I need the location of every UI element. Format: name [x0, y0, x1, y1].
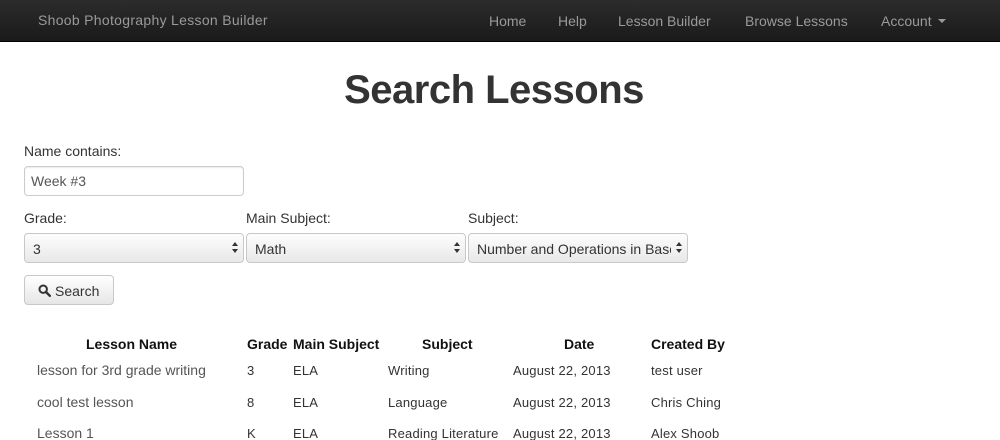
brand-link[interactable]: Shoob Photography Lesson Builder	[38, 12, 268, 28]
cell-created-by: Alex Shoob	[651, 426, 720, 440]
subject-value: Number and Operations in Base Ten	[477, 241, 688, 257]
header-subject[interactable]: Subject	[422, 336, 473, 352]
header-lesson-name[interactable]: Lesson Name	[86, 336, 177, 352]
cell-main-subject: ELA	[293, 426, 319, 440]
cell-grade: 8	[247, 395, 255, 410]
nav-lesson-builder[interactable]: Lesson Builder	[618, 13, 711, 29]
nav-account-label: Account	[881, 13, 932, 29]
name-label: Name contains:	[24, 143, 122, 159]
cell-date: August 22, 2013	[513, 363, 611, 378]
select-arrows-icon	[227, 234, 243, 262]
grade-value: 3	[33, 241, 41, 257]
header-main-subject[interactable]: Main Subject	[293, 336, 379, 352]
nav-home[interactable]: Home	[489, 13, 526, 29]
select-arrows-icon	[671, 234, 687, 262]
grade-select[interactable]: 3	[24, 233, 244, 263]
main-subject-label: Main Subject:	[246, 210, 331, 226]
cell-subject: Writing	[388, 363, 430, 378]
nav-help[interactable]: Help	[558, 13, 587, 29]
grade-label: Grade:	[24, 210, 67, 226]
header-grade[interactable]: Grade	[247, 336, 287, 352]
nav-account[interactable]: Account	[881, 13, 946, 29]
subject-select[interactable]: Number and Operations in Base Ten	[468, 233, 688, 263]
cell-subject: Reading Literature	[388, 426, 499, 440]
name-input[interactable]	[24, 166, 244, 196]
cell-main-subject: ELA	[293, 363, 319, 378]
search-button-label: Search	[55, 283, 100, 299]
header-date[interactable]: Date	[564, 336, 594, 352]
cell-date: August 22, 2013	[513, 426, 611, 440]
top-navbar: Shoob Photography Lesson Builder Home He…	[0, 0, 1000, 42]
main-subject-value: Math	[255, 241, 287, 257]
cell-grade: K	[247, 426, 256, 440]
lesson-name-link[interactable]: cool test lesson	[37, 394, 134, 410]
search-icon	[38, 284, 51, 297]
nav-browse-lessons[interactable]: Browse Lessons	[745, 13, 848, 29]
select-arrows-icon	[449, 234, 465, 262]
lesson-name-link[interactable]: lesson for 3rd grade writing	[37, 362, 206, 378]
search-button[interactable]: Search	[24, 275, 114, 305]
cell-created-by: Chris Ching	[651, 395, 722, 410]
main-subject-select[interactable]: Math	[246, 233, 466, 263]
cell-created-by: test user	[651, 363, 703, 378]
lesson-name-link[interactable]: Lesson 1	[37, 425, 94, 440]
header-created-by[interactable]: Created By	[651, 336, 725, 352]
cell-date: August 22, 2013	[513, 395, 611, 410]
cell-grade: 3	[247, 363, 255, 378]
subject-label: Subject:	[468, 210, 519, 226]
cell-main-subject: ELA	[293, 395, 319, 410]
caret-down-icon	[937, 19, 946, 24]
page-title: Search Lessons	[344, 68, 644, 112]
cell-subject: Language	[388, 395, 448, 410]
